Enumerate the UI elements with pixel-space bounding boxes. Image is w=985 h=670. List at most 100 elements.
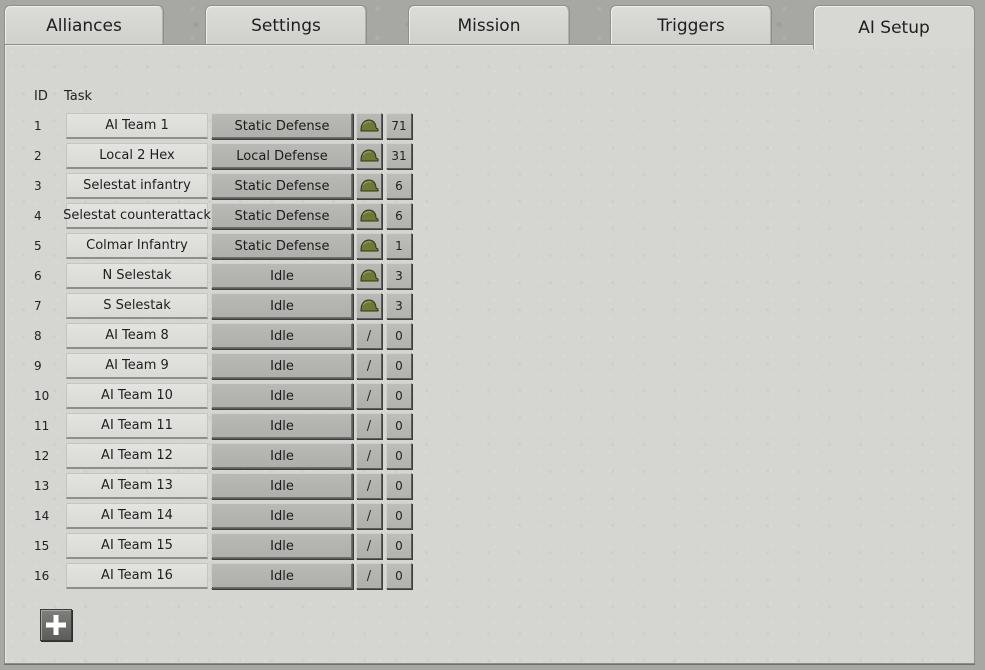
team-name-button[interactable]: S Selestak: [66, 293, 208, 319]
team-name-button[interactable]: Colmar Infantry: [66, 233, 208, 259]
unit-count-button[interactable]: 71: [386, 113, 412, 139]
team-name-button[interactable]: AI Team 13: [66, 473, 208, 499]
team-id: 11: [34, 419, 50, 433]
unit-count-button[interactable]: 0: [386, 413, 412, 439]
tab-label: AI Setup: [858, 17, 930, 38]
helmet-icon: [360, 209, 379, 222]
team-row: 15 AI Team 15 Idle / 0: [5, 533, 425, 561]
tab-settings[interactable]: Settings: [205, 5, 367, 45]
unit-count-button[interactable]: 0: [386, 533, 412, 559]
team-task-button[interactable]: Local Defense: [211, 143, 353, 169]
unit-type-button[interactable]: [356, 203, 382, 229]
ai-setup-panel: ID Task 1 AI Team 1 Static Defense 71 2 Local…: [4, 44, 975, 664]
unit-type-button[interactable]: /: [356, 473, 382, 499]
unit-count-button[interactable]: 1: [386, 233, 412, 259]
slash-icon: /: [366, 388, 372, 404]
team-name: AI Team 15: [101, 538, 173, 553]
team-name-button[interactable]: Selestat infantry: [66, 173, 208, 199]
unit-type-button[interactable]: /: [356, 323, 382, 349]
team-name-button[interactable]: Selestat counterattack: [63, 203, 211, 229]
unit-count-button[interactable]: 0: [386, 503, 412, 529]
team-task-button[interactable]: Idle: [211, 443, 353, 469]
tab-mission[interactable]: Mission: [408, 5, 570, 45]
team-name: AI Team 16: [101, 568, 173, 583]
tab-alliances[interactable]: Alliances: [4, 5, 164, 45]
unit-type-button[interactable]: [356, 233, 382, 259]
helmet-icon: [360, 239, 379, 252]
team-name-button[interactable]: N Selestak: [66, 263, 208, 289]
team-task: Idle: [270, 448, 294, 464]
team-task-button[interactable]: Idle: [211, 263, 353, 289]
unit-type-button[interactable]: [356, 263, 382, 289]
slash-icon: /: [366, 568, 372, 584]
team-name-button[interactable]: Local 2 Hex: [66, 143, 208, 169]
team-task-button[interactable]: Idle: [211, 533, 353, 559]
unit-count: 1: [395, 239, 403, 253]
team-row: 1 AI Team 1 Static Defense 71: [5, 113, 425, 141]
unit-count-button[interactable]: 31: [386, 143, 412, 169]
team-task: Local Defense: [236, 148, 328, 164]
unit-count-button[interactable]: 0: [386, 353, 412, 379]
unit-type-button[interactable]: /: [356, 563, 382, 589]
unit-count: 71: [391, 119, 407, 133]
team-task-button[interactable]: Idle: [211, 293, 353, 319]
team-name-button[interactable]: AI Team 14: [66, 503, 208, 529]
unit-count-button[interactable]: 0: [386, 563, 412, 589]
unit-type-button[interactable]: [356, 113, 382, 139]
unit-count-button[interactable]: 3: [386, 293, 412, 319]
team-name-button[interactable]: AI Team 8: [66, 323, 208, 349]
team-id: 1: [34, 119, 42, 133]
slash-icon: /: [366, 478, 372, 494]
team-id: 8: [34, 329, 42, 343]
tab-ai-setup[interactable]: AI Setup: [813, 5, 975, 49]
unit-count-button[interactable]: 0: [386, 383, 412, 409]
team-name-button[interactable]: AI Team 11: [66, 413, 208, 439]
unit-count: 6: [395, 179, 403, 193]
team-task-button[interactable]: Idle: [211, 413, 353, 439]
slash-icon: /: [366, 508, 372, 524]
team-task-button[interactable]: Static Defense: [211, 173, 353, 199]
team-row: 14 AI Team 14 Idle / 0: [5, 503, 425, 531]
add-team-button[interactable]: [40, 609, 72, 641]
team-name: AI Team 14: [101, 508, 173, 523]
team-name-button[interactable]: AI Team 1: [66, 113, 208, 139]
tab-triggers[interactable]: Triggers: [610, 5, 772, 45]
team-task-button[interactable]: Idle: [211, 563, 353, 589]
unit-type-button[interactable]: /: [356, 443, 382, 469]
unit-count: 3: [395, 299, 403, 313]
team-task-button[interactable]: Static Defense: [211, 203, 353, 229]
unit-count-button[interactable]: 0: [386, 323, 412, 349]
unit-count-button[interactable]: 6: [386, 173, 412, 199]
team-task-button[interactable]: Static Defense: [211, 233, 353, 259]
team-name-button[interactable]: AI Team 15: [66, 533, 208, 559]
unit-count: 0: [395, 539, 403, 553]
team-task-button[interactable]: Idle: [211, 473, 353, 499]
unit-count-button[interactable]: 3: [386, 263, 412, 289]
unit-type-button[interactable]: /: [356, 383, 382, 409]
unit-count-button[interactable]: 6: [386, 203, 412, 229]
team-task-button[interactable]: Idle: [211, 353, 353, 379]
team-name-button[interactable]: AI Team 10: [66, 383, 208, 409]
team-task-button[interactable]: Static Defense: [211, 113, 353, 139]
tab-label: Triggers: [657, 15, 725, 36]
unit-type-button[interactable]: /: [356, 503, 382, 529]
unit-type-button[interactable]: /: [356, 533, 382, 559]
team-name-button[interactable]: AI Team 9: [66, 353, 208, 379]
team-task-button[interactable]: Idle: [211, 503, 353, 529]
team-task-button[interactable]: Idle: [211, 383, 353, 409]
unit-count-button[interactable]: 0: [386, 443, 412, 469]
unit-type-button[interactable]: [356, 143, 382, 169]
team-name-button[interactable]: AI Team 12: [66, 443, 208, 469]
team-name-button[interactable]: AI Team 16: [66, 563, 208, 589]
unit-type-button[interactable]: [356, 173, 382, 199]
team-id: 2: [34, 149, 42, 163]
slash-icon: /: [366, 358, 372, 374]
team-name: AI Team 10: [101, 388, 173, 403]
team-id: 15: [34, 539, 50, 553]
unit-type-button[interactable]: /: [356, 413, 382, 439]
team-task: Idle: [270, 268, 294, 284]
unit-count-button[interactable]: 0: [386, 473, 412, 499]
unit-type-button[interactable]: /: [356, 353, 382, 379]
team-task-button[interactable]: Idle: [211, 323, 353, 349]
unit-type-button[interactable]: [356, 293, 382, 319]
